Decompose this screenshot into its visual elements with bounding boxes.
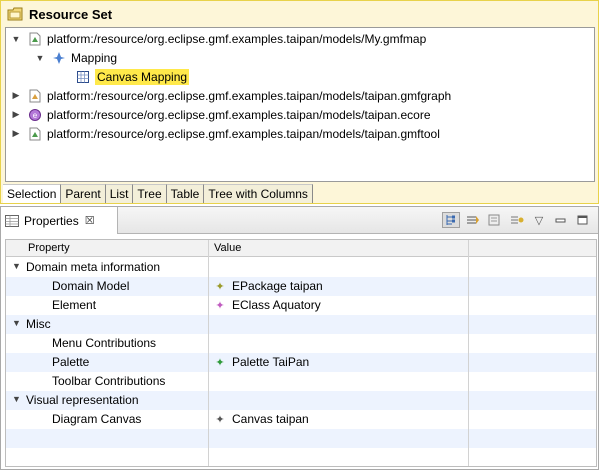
property-value-text: Palette TaiPan	[232, 355, 310, 369]
expand-arrow-icon[interactable]: ▼	[12, 318, 21, 328]
close-icon[interactable]: ☒	[85, 214, 95, 227]
maximize-icon[interactable]	[574, 212, 592, 228]
canvas-mapping-icon	[77, 70, 89, 83]
property-name: Menu Contributions	[52, 336, 157, 350]
property-value[interactable]: ✦ Canvas taipan	[214, 412, 309, 426]
editor-title-bar: Resource Set	[3, 3, 596, 25]
tree-item-label: Canvas Mapping	[95, 68, 190, 85]
filter-icon[interactable]	[486, 212, 504, 228]
tab-selection[interactable]: Selection	[3, 184, 62, 203]
property-name: Element	[52, 298, 97, 312]
table-header: Property Value	[6, 240, 596, 257]
tree-item-label: platform:/resource/org.eclipse.gmf.examp…	[47, 31, 427, 46]
property-name: Palette	[52, 355, 90, 369]
tree-item-label: Mapping	[71, 50, 118, 65]
expand-arrow-icon[interactable]: ▼	[12, 394, 21, 404]
category-row-visual[interactable]: ▼ Visual representation	[6, 391, 596, 410]
properties-table[interactable]: Property Value ▼ Domain meta information…	[5, 239, 597, 467]
property-name: Diagram Canvas	[52, 412, 142, 426]
tree-item-ecore[interactable]: ▶ e platform:/resource/org.eclipse.gmf.e…	[10, 105, 431, 124]
show-categories-icon[interactable]	[442, 212, 460, 228]
property-name: Toolbar Contributions	[52, 374, 166, 388]
resource-set-icon	[7, 7, 23, 21]
empty-row	[6, 429, 596, 448]
property-value[interactable]: ✦ EClass Aquatory	[214, 298, 321, 312]
tree-item-gmftool[interactable]: ▶ platform:/resource/org.eclipse.gmf.exa…	[10, 124, 440, 143]
eclass-icon: ✦	[215, 299, 225, 312]
tree-item-label: platform:/resource/org.eclipse.gmf.examp…	[47, 126, 440, 141]
properties-header: Properties ☒ ▽	[1, 207, 598, 234]
tree-item-gmfmap[interactable]: ▼ platform:/resource/org.eclipse.gmf.exa…	[10, 29, 427, 48]
resource-tree[interactable]: ▼ platform:/resource/org.eclipse.gmf.exa…	[5, 27, 595, 182]
tab-parent[interactable]: Parent	[61, 184, 106, 203]
property-name: Visual representation	[26, 393, 139, 407]
properties-tab[interactable]: Properties ☒	[1, 207, 118, 234]
column-header-property[interactable]: Property	[28, 242, 70, 254]
tab-tree-with-columns[interactable]: Tree with Columns	[204, 184, 313, 203]
editor-tabs: Selection Parent List Tree Table Tree wi…	[3, 184, 313, 203]
category-row-domain[interactable]: ▼ Domain meta information	[6, 258, 596, 277]
properties-toolbar: ▽	[442, 212, 592, 228]
property-value-text: Canvas taipan	[232, 412, 309, 426]
collapsed-arrow-icon[interactable]: ▶	[10, 128, 22, 140]
column-divider[interactable]	[208, 240, 209, 466]
gmftool-file-icon	[29, 127, 41, 140]
gmfgraph-file-icon	[29, 89, 41, 102]
properties-view: Properties ☒ ▽ Property Value ▼ Domain m…	[0, 206, 599, 470]
minimize-icon[interactable]	[552, 212, 570, 228]
property-name: Misc	[26, 317, 51, 331]
column-divider	[468, 240, 469, 466]
property-row-toolbar-contributions[interactable]: Toolbar Contributions	[6, 372, 596, 391]
epackage-icon: ✦	[215, 280, 225, 293]
property-name: Domain meta information	[26, 260, 161, 274]
mapping-icon	[53, 51, 65, 64]
property-row-palette[interactable]: Palette ✦ Palette TaiPan	[6, 353, 596, 372]
ecore-file-icon: e	[29, 108, 41, 121]
tree-item-label: platform:/resource/org.eclipse.gmf.examp…	[47, 107, 431, 122]
tab-list[interactable]: List	[105, 184, 134, 203]
tab-table[interactable]: Table	[166, 184, 205, 203]
tree-item-mapping[interactable]: ▼ Mapping	[34, 48, 118, 67]
collapsed-arrow-icon[interactable]: ▶	[10, 90, 22, 102]
properties-icon	[5, 214, 19, 227]
expand-arrow-icon[interactable]: ▼	[10, 33, 22, 45]
property-row-element[interactable]: Element ✦ EClass Aquatory	[6, 296, 596, 315]
restore-default-icon[interactable]	[508, 212, 526, 228]
resource-set-editor: Resource Set ▼ platform:/resource/org.ec…	[0, 0, 599, 204]
property-value[interactable]: ✦ Palette TaiPan	[214, 355, 309, 369]
expand-arrow-icon[interactable]: ▼	[12, 261, 21, 271]
category-row-misc[interactable]: ▼ Misc	[6, 315, 596, 334]
collapsed-arrow-icon[interactable]: ▶	[10, 109, 22, 121]
empty-row	[6, 448, 596, 466]
svg-text:e: e	[33, 111, 38, 120]
editor-title: Resource Set	[29, 6, 113, 22]
property-row-diagram-canvas[interactable]: Diagram Canvas ✦ Canvas taipan	[6, 410, 596, 429]
property-value[interactable]: ✦ EPackage taipan	[214, 279, 323, 293]
show-advanced-properties-icon[interactable]	[464, 212, 482, 228]
tree-item-label: platform:/resource/org.eclipse.gmf.examp…	[47, 88, 452, 103]
column-header-value[interactable]: Value	[214, 242, 241, 254]
property-row-domain-model[interactable]: Domain Model ✦ EPackage taipan	[6, 277, 596, 296]
property-row-menu-contributions[interactable]: Menu Contributions	[6, 334, 596, 353]
property-name: Domain Model	[52, 279, 130, 293]
tree-item-gmfgraph[interactable]: ▶ platform:/resource/org.eclipse.gmf.exa…	[10, 86, 452, 105]
gmfmap-file-icon	[29, 32, 41, 45]
expand-arrow-icon[interactable]: ▼	[34, 52, 46, 64]
tree-item-canvas-mapping[interactable]: Canvas Mapping	[72, 67, 190, 86]
palette-icon: ✦	[215, 356, 225, 369]
tab-tree[interactable]: Tree	[133, 184, 167, 203]
property-value-text: EClass Aquatory	[232, 298, 321, 312]
view-menu-icon[interactable]: ▽	[530, 212, 548, 228]
properties-title: Properties	[24, 213, 79, 228]
canvas-icon: ✦	[215, 413, 225, 426]
property-value-text: EPackage taipan	[232, 279, 323, 293]
